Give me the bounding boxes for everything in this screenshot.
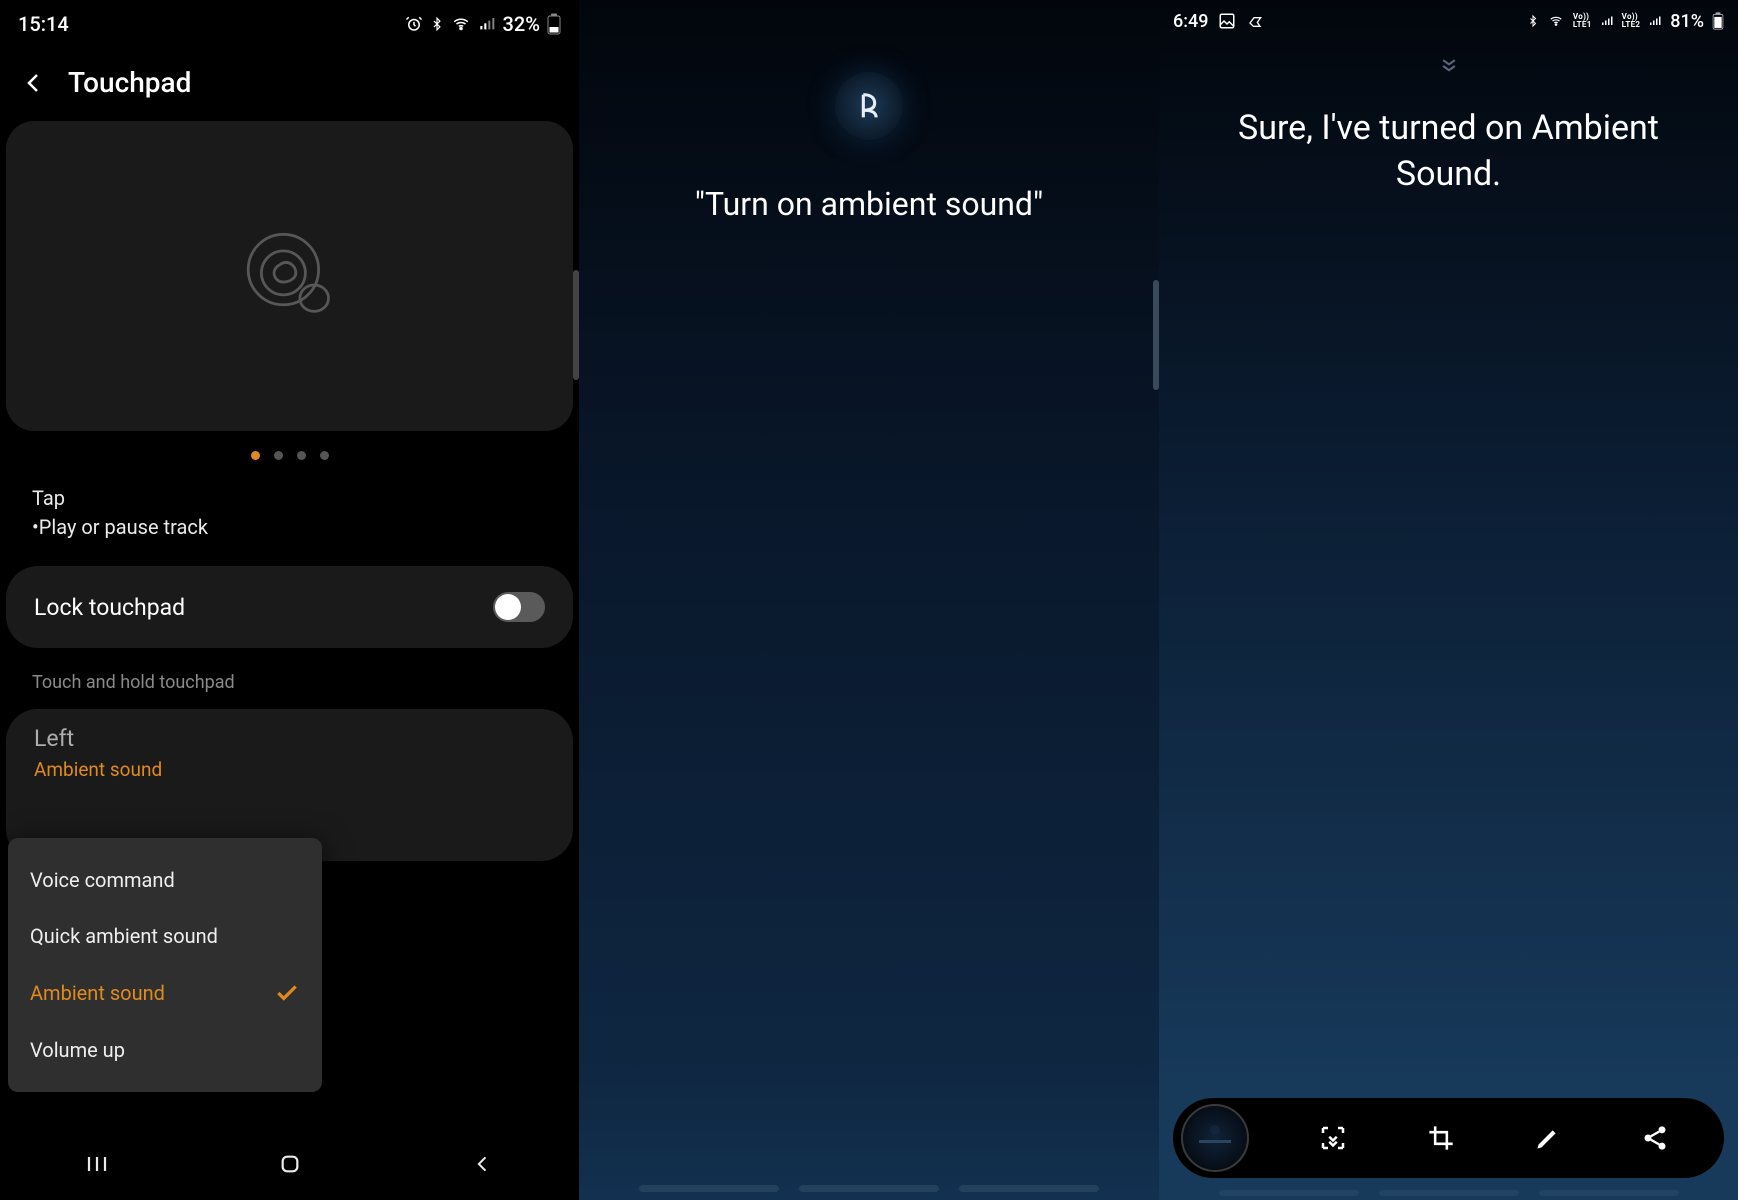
battery-percent: 81%	[1670, 11, 1704, 32]
option-popup: Voice command Quick ambient sound Ambien…	[8, 838, 322, 1092]
lock-touchpad-label: Lock touchpad	[34, 594, 185, 621]
crop-icon[interactable]	[1427, 1124, 1455, 1152]
popup-item-label: Ambient sound	[30, 981, 165, 1005]
popup-item-ambient-sound[interactable]: Ambient sound	[8, 964, 322, 1022]
signal-icon	[1600, 15, 1614, 27]
cast-icon	[1246, 13, 1266, 29]
page-title: Touchpad	[68, 66, 191, 99]
gesture-action: •Play or pause track	[32, 513, 547, 542]
scroll-capture-icon[interactable]	[1318, 1123, 1348, 1153]
status-bar: 15:14 32%	[0, 0, 579, 48]
bluetooth-icon	[1527, 13, 1539, 29]
gesture-illustration-card[interactable]	[6, 121, 573, 431]
wifi-icon	[1547, 14, 1565, 28]
screenshot-toolbar	[1173, 1098, 1724, 1178]
screen-bixby-listening: "Turn on ambient sound"	[579, 0, 1159, 1200]
page-header: Touchpad	[0, 48, 579, 121]
popup-item-voice-command[interactable]: Voice command	[8, 852, 322, 908]
share-icon[interactable]	[1641, 1124, 1669, 1152]
popup-item-volume-up[interactable]: Volume up	[8, 1022, 322, 1078]
bluetooth-icon	[430, 15, 444, 33]
battery-percent: 32%	[503, 12, 540, 36]
pager-dot[interactable]	[320, 451, 329, 460]
status-time: 6:49	[1173, 11, 1208, 32]
lock-touchpad-toggle[interactable]	[493, 592, 545, 622]
alarm-icon	[405, 15, 423, 33]
back-icon[interactable]	[22, 71, 46, 95]
gesture-bar	[1159, 1190, 1738, 1196]
popup-item-label: Voice command	[30, 868, 175, 892]
recents-button[interactable]	[37, 1154, 157, 1174]
pager-dots[interactable]	[0, 451, 579, 460]
gesture-bar	[579, 1185, 1159, 1192]
section-heading: Touch and hold touchpad	[0, 648, 579, 703]
screen-touchpad-settings: 15:14 32%	[0, 0, 579, 1200]
screenshot-thumbnail[interactable]	[1181, 1104, 1249, 1172]
battery-icon	[1712, 12, 1724, 30]
expand-handle-icon[interactable]	[1159, 56, 1738, 76]
status-bar: 6:49 Vo))LTE1 Vo))LTE2	[1159, 0, 1738, 42]
touchpad-left-value: Ambient sound	[34, 758, 545, 781]
pager-dot[interactable]	[297, 451, 306, 460]
check-icon	[274, 980, 300, 1006]
earbud-icon	[235, 219, 345, 333]
gesture-description: Tap •Play or pause track	[0, 460, 579, 556]
pager-dot[interactable]	[274, 451, 283, 460]
lte1-badge: Vo))LTE1	[1573, 13, 1592, 29]
signal-icon	[478, 16, 496, 32]
screen-bixby-response: 6:49 Vo))LTE1 Vo))LTE2	[1159, 0, 1738, 1200]
battery-icon	[547, 13, 561, 35]
back-button[interactable]	[423, 1153, 543, 1175]
recognized-speech: "Turn on ambient sound"	[579, 185, 1159, 223]
lock-touchpad-row[interactable]: Lock touchpad	[6, 566, 573, 648]
signal-icon	[1648, 15, 1662, 27]
edit-icon[interactable]	[1534, 1124, 1562, 1152]
home-button[interactable]	[230, 1153, 350, 1175]
pager-dot[interactable]	[251, 451, 260, 460]
lte2-badge: Vo))LTE2	[1622, 13, 1641, 29]
popup-item-quick-ambient[interactable]: Quick ambient sound	[8, 908, 322, 964]
wifi-icon	[451, 15, 471, 33]
assistant-response: Sure, I've turned on Ambient Sound.	[1159, 106, 1738, 198]
touchpad-left-title: Left	[34, 725, 545, 752]
image-icon	[1218, 12, 1236, 30]
popup-item-label: Quick ambient sound	[30, 924, 218, 948]
android-nav-bar	[0, 1128, 579, 1200]
status-time: 15:14	[18, 12, 69, 36]
gesture-heading: Tap	[32, 484, 547, 513]
bixby-icon	[835, 72, 903, 140]
popup-item-label: Volume up	[30, 1038, 125, 1062]
